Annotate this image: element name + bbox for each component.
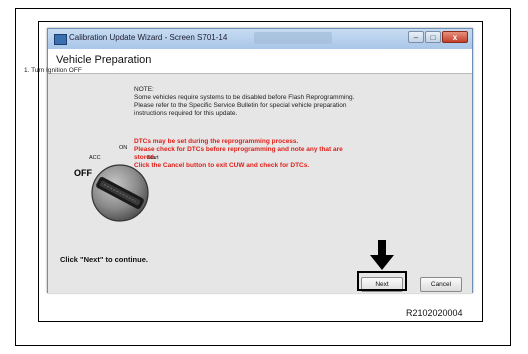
warning-line: stored. [134, 154, 156, 161]
note-line: Some vehicles require systems to be disa… [134, 94, 355, 101]
figure-code: R2102020004 [406, 308, 463, 318]
page-title: Vehicle Preparation [56, 54, 152, 66]
title-bar[interactable]: Calibration Update Wizard - Screen S701-… [48, 29, 472, 49]
maximize-button[interactable]: □ [425, 31, 441, 43]
warning-line: Click the Cancel button to exit CUW and … [134, 162, 310, 169]
note-block: NOTE: Some vehicles require systems to b… [134, 86, 424, 118]
minimize-button[interactable]: – [408, 31, 424, 43]
warning-line: DTCs may be set during the reprogramming… [134, 138, 299, 145]
window-controls: – □ x [408, 31, 468, 43]
ignition-key-icon [91, 164, 149, 222]
arrow-down-icon [370, 240, 394, 270]
dial-label-acc: ACC [89, 155, 101, 161]
continue-instruction: Click "Next" to continue. [60, 255, 148, 264]
cancel-button[interactable]: Cancel [420, 277, 462, 292]
button-bar: Next Cancel [48, 275, 472, 293]
app-icon [54, 34, 67, 45]
note-line: NOTE: [134, 86, 154, 93]
window-title: Calibration Update Wizard - Screen S701-… [69, 33, 228, 42]
note-line: instructions required for this update. [134, 110, 238, 117]
warning-block: DTCs may be set during the reprogramming… [134, 138, 424, 170]
background-window-tab [254, 32, 332, 44]
dial-label-on: ON [119, 145, 128, 151]
header-band: Vehicle Preparation [48, 49, 472, 74]
close-button[interactable]: x [442, 31, 468, 43]
warning-line: Please check for DTCs before reprogrammi… [134, 146, 343, 153]
dial-label-start: Start [147, 155, 159, 161]
next-button-highlight [357, 271, 407, 291]
note-line: Please refer to the Specific Service Bul… [134, 102, 347, 109]
step-instruction: 1. Turn Ignition OFF [24, 67, 82, 74]
